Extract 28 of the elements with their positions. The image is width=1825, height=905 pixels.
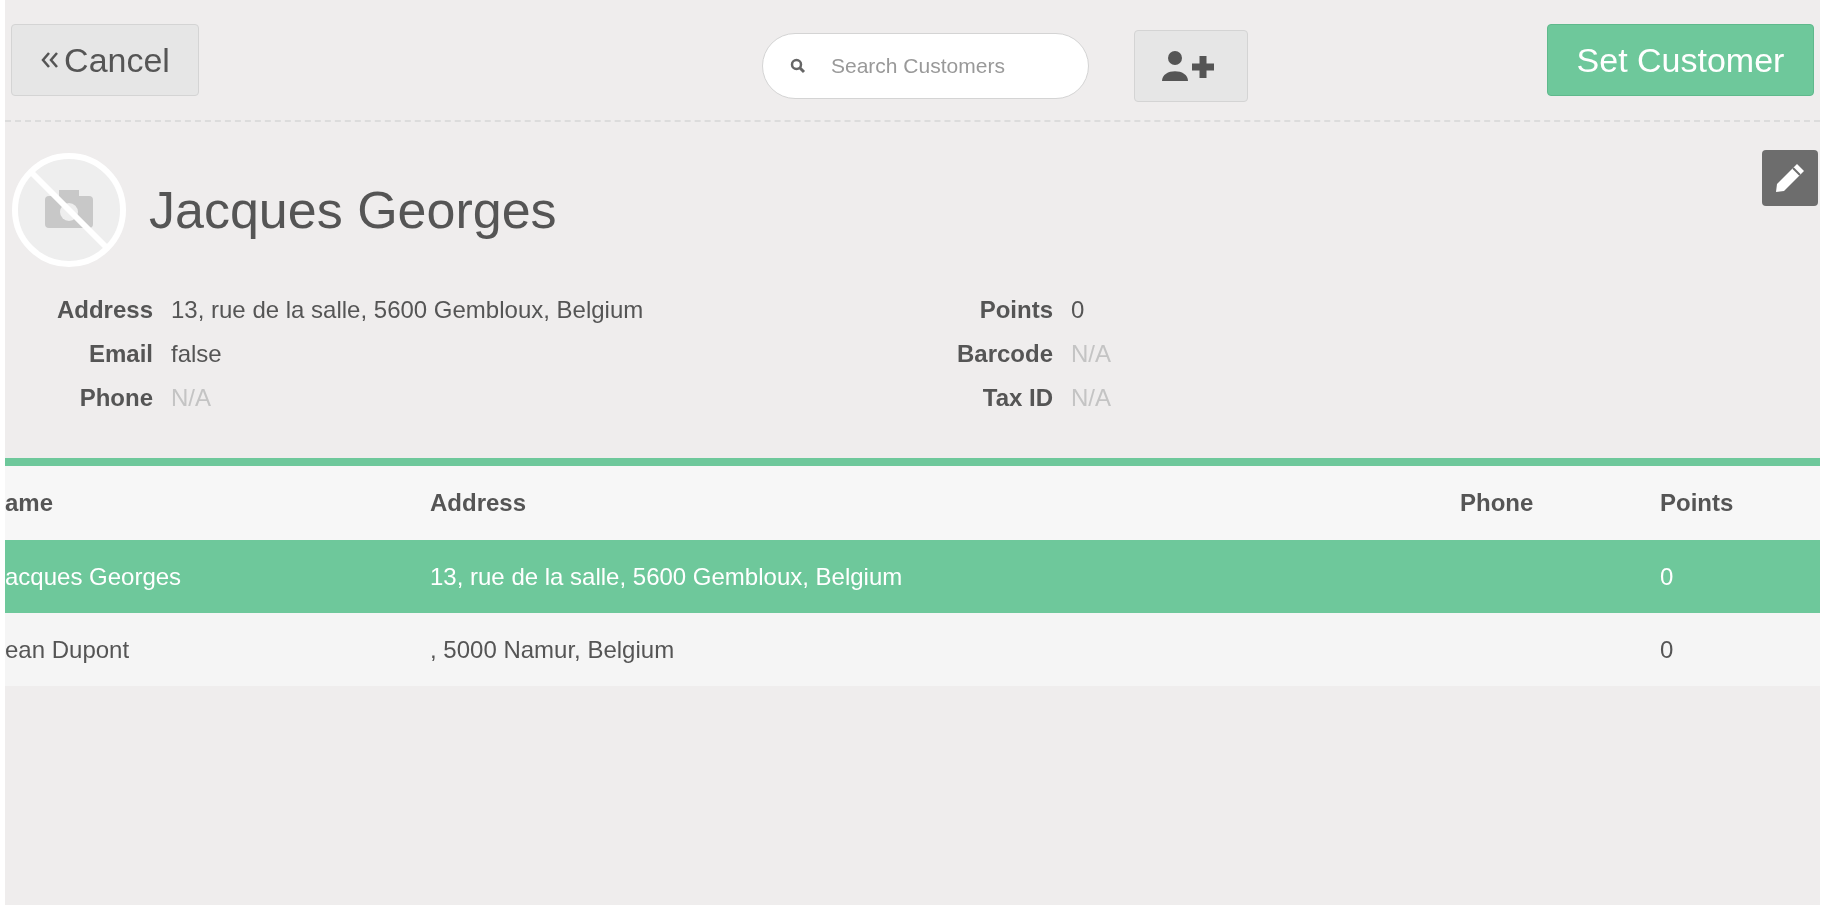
column-header: Address [430, 488, 528, 518]
no-photo-icon [11, 152, 127, 268]
field-value: 0 [1071, 295, 1086, 325]
field-label: Email [87, 339, 153, 369]
field-label: Barcode [955, 339, 1053, 369]
field-label: Phone [78, 383, 153, 413]
pencil-icon [1773, 161, 1807, 195]
table-cell: 0 [1660, 635, 1674, 663]
customer-name: Jacques Georges [149, 180, 557, 241]
field-value: false [171, 339, 223, 369]
cancel-button[interactable]: Cancel [11, 24, 199, 96]
field-label: Points [978, 295, 1053, 325]
column-header: ame [5, 488, 55, 518]
column-header: Phone [1460, 488, 1535, 518]
table-cell: 0 [1660, 562, 1674, 590]
edit-button[interactable] [1762, 150, 1818, 206]
table-cell: 13, rue de la salle, 5600 Gembloux, Belgium [430, 562, 903, 590]
table-cell: acques Georges [5, 562, 182, 590]
search-field[interactable]: Search Customers [762, 33, 1089, 99]
field-label: Address [55, 295, 153, 325]
field-value: 13, rue de la salle, 5600 Gembloux, Belgium [171, 295, 645, 325]
double-chevron-left-icon [40, 51, 61, 69]
column-header: Points [1660, 488, 1735, 518]
search-icon [790, 58, 806, 74]
table-cell: ean Dupont [5, 635, 130, 663]
table-cell: , 5000 Namur, Belgium [430, 635, 675, 663]
field-label: Tax ID [981, 383, 1053, 413]
add-customer-button[interactable] [1134, 30, 1248, 102]
